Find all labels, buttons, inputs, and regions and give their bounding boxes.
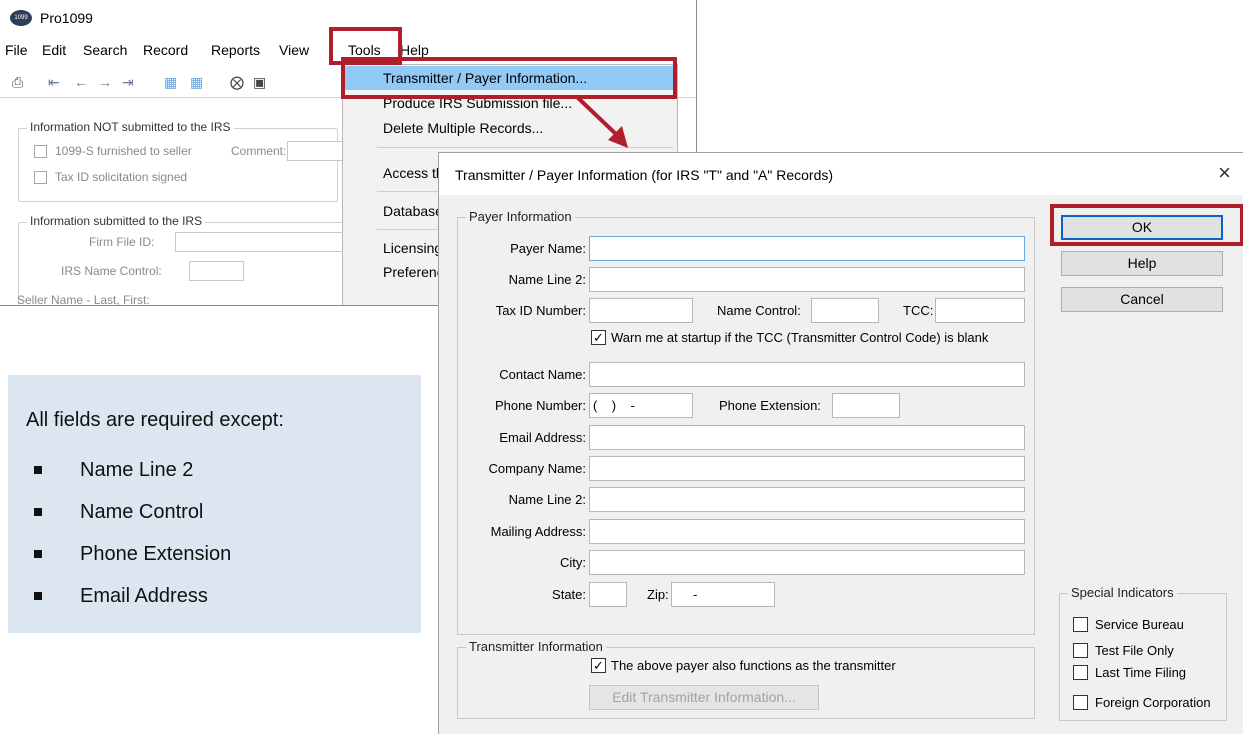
menu-record[interactable]: Record bbox=[140, 42, 191, 58]
bullet-icon bbox=[34, 466, 42, 474]
app-title: Pro1099 bbox=[40, 10, 93, 26]
menu-help[interactable]: Help bbox=[397, 42, 432, 58]
irs-name-control-input[interactable] bbox=[189, 261, 244, 281]
callout-item: Phone Extension bbox=[34, 543, 232, 566]
firm-file-label: Firm File ID: bbox=[89, 235, 155, 249]
submitted-legend: Information submitted to the IRS bbox=[27, 214, 206, 228]
previous-record-icon[interactable]: ← bbox=[74, 74, 88, 90]
test-file-only-label: Test File Only bbox=[1095, 643, 1174, 658]
city-input[interactable] bbox=[589, 550, 1025, 575]
comment-label: Comment: bbox=[231, 144, 287, 158]
tcc-input[interactable] bbox=[935, 298, 1025, 323]
firm-file-input[interactable] bbox=[175, 232, 345, 252]
next-record-icon[interactable]: → bbox=[98, 74, 112, 90]
first-record-icon[interactable]: ⇤ bbox=[48, 74, 60, 90]
callout-item-text: Name Control bbox=[80, 501, 204, 523]
foreign-corporation-label: Foreign Corporation bbox=[1095, 695, 1211, 710]
irs-name-control-label: IRS Name Control: bbox=[61, 264, 162, 278]
not-submitted-legend: Information NOT submitted to the IRS bbox=[27, 120, 234, 134]
payer-name-input[interactable] bbox=[589, 236, 1025, 261]
company-name-line2-label: Name Line 2: bbox=[508, 492, 586, 507]
last-record-icon[interactable]: ⇥ bbox=[122, 74, 134, 90]
email-label: Email Address: bbox=[499, 430, 586, 445]
save-icon[interactable]: ▣ bbox=[253, 74, 266, 90]
warn-tcc-checkbox[interactable]: ✓ bbox=[591, 330, 606, 345]
zip-input[interactable] bbox=[671, 582, 775, 607]
mailing-address-input[interactable] bbox=[589, 519, 1025, 544]
bullet-icon bbox=[34, 592, 42, 600]
tax-id-input[interactable] bbox=[589, 298, 693, 323]
callout-item: Email Address bbox=[34, 585, 208, 608]
name-line2-input[interactable] bbox=[589, 267, 1025, 292]
callout-item: Name Line 2 bbox=[34, 459, 194, 482]
payer-is-transmitter-checkbox[interactable]: ✓ bbox=[591, 658, 606, 673]
payer-is-transmitter-label: The above payer also functions as the tr… bbox=[611, 658, 896, 673]
name-line2-label: Name Line 2: bbox=[508, 272, 586, 287]
payer-information-legend: Payer Information bbox=[466, 209, 575, 224]
menu-edit[interactable]: Edit bbox=[39, 42, 69, 58]
service-bureau-label: Service Bureau bbox=[1095, 617, 1184, 632]
callout-item-text: Name Line 2 bbox=[80, 459, 194, 481]
company-name-input[interactable] bbox=[589, 456, 1025, 481]
print-icon[interactable]: ⎙ bbox=[12, 74, 23, 90]
seller-name-label: Seller Name - Last, First: bbox=[17, 293, 150, 306]
new-record-icon[interactable]: ▦ bbox=[164, 74, 177, 90]
zip-label: Zip: bbox=[647, 587, 669, 602]
dialog-title: Transmitter / Payer Information (for IRS… bbox=[455, 167, 834, 183]
phone-extension-input[interactable] bbox=[832, 393, 900, 418]
callout-item-text: Email Address bbox=[80, 585, 208, 607]
state-label: State: bbox=[552, 587, 586, 602]
mailing-address-label: Mailing Address: bbox=[490, 524, 586, 539]
phone-number-label: Phone Number: bbox=[494, 398, 586, 413]
callout-item-text: Phone Extension bbox=[80, 543, 232, 565]
tax-id-solicitation-label: Tax ID solicitation signed bbox=[55, 170, 188, 184]
help-button[interactable]: Help bbox=[1061, 251, 1223, 276]
callout-heading: All fields are required except: bbox=[26, 409, 284, 431]
dialog-titlebar: Transmitter / Payer Information (for IRS… bbox=[439, 153, 1243, 195]
last-time-filing-checkbox[interactable] bbox=[1073, 665, 1088, 680]
callout-item: Name Control bbox=[34, 501, 204, 524]
app-logo-icon: 1099 bbox=[10, 10, 32, 26]
tax-id-solicitation-checkbox[interactable] bbox=[34, 171, 47, 184]
phone-number-input[interactable] bbox=[589, 393, 693, 418]
comment-input[interactable] bbox=[287, 141, 347, 161]
warn-tcc-label: Warn me at startup if the TCC (Transmitt… bbox=[611, 330, 989, 345]
contact-name-label: Contact Name: bbox=[499, 367, 586, 382]
furnished-label: 1099-S furnished to seller bbox=[55, 144, 192, 158]
menu-reports[interactable]: Reports bbox=[208, 42, 263, 58]
close-icon[interactable]: × bbox=[1218, 161, 1231, 185]
company-name-line2-input[interactable] bbox=[589, 487, 1025, 512]
state-input[interactable] bbox=[589, 582, 627, 607]
menu-file[interactable]: File bbox=[2, 42, 31, 58]
furnished-checkbox[interactable] bbox=[34, 145, 47, 158]
test-file-only-checkbox[interactable] bbox=[1073, 643, 1088, 658]
ok-button-highlight bbox=[1050, 204, 1243, 246]
contact-name-input[interactable] bbox=[589, 362, 1025, 387]
city-label: City: bbox=[560, 555, 586, 570]
payer-name-label: Payer Name: bbox=[510, 241, 586, 256]
not-submitted-group: Information NOT submitted to the IRS 109… bbox=[18, 120, 347, 202]
email-input[interactable] bbox=[589, 425, 1025, 450]
delete-icon[interactable]: ⨂ bbox=[230, 74, 244, 90]
name-control-label: Name Control: bbox=[717, 303, 801, 318]
bullet-icon bbox=[34, 550, 42, 558]
transmitter-information-legend: Transmitter Information bbox=[466, 639, 606, 654]
submitted-group: Information submitted to the IRS Firm Fi… bbox=[17, 214, 348, 306]
copy-record-icon[interactable]: ▦ bbox=[190, 74, 203, 90]
tax-id-label: Tax ID Number: bbox=[495, 303, 586, 318]
foreign-corporation-checkbox[interactable] bbox=[1073, 695, 1088, 710]
last-time-filing-label: Last Time Filing bbox=[1095, 665, 1187, 680]
phone-extension-label: Phone Extension: bbox=[719, 398, 821, 413]
tcc-label: TCC: bbox=[903, 303, 934, 318]
required-fields-callout: All fields are required except: Name Lin… bbox=[8, 375, 421, 633]
company-name-label: Company Name: bbox=[488, 461, 586, 476]
menu-view[interactable]: View bbox=[276, 42, 312, 58]
name-control-input[interactable] bbox=[811, 298, 879, 323]
special-indicators-legend: Special Indicators bbox=[1068, 585, 1177, 600]
menu-search[interactable]: Search bbox=[80, 42, 130, 58]
edit-transmitter-button[interactable]: Edit Transmitter Information... bbox=[589, 685, 819, 710]
bullet-icon bbox=[34, 508, 42, 516]
service-bureau-checkbox[interactable] bbox=[1073, 617, 1088, 632]
cancel-button[interactable]: Cancel bbox=[1061, 287, 1223, 312]
